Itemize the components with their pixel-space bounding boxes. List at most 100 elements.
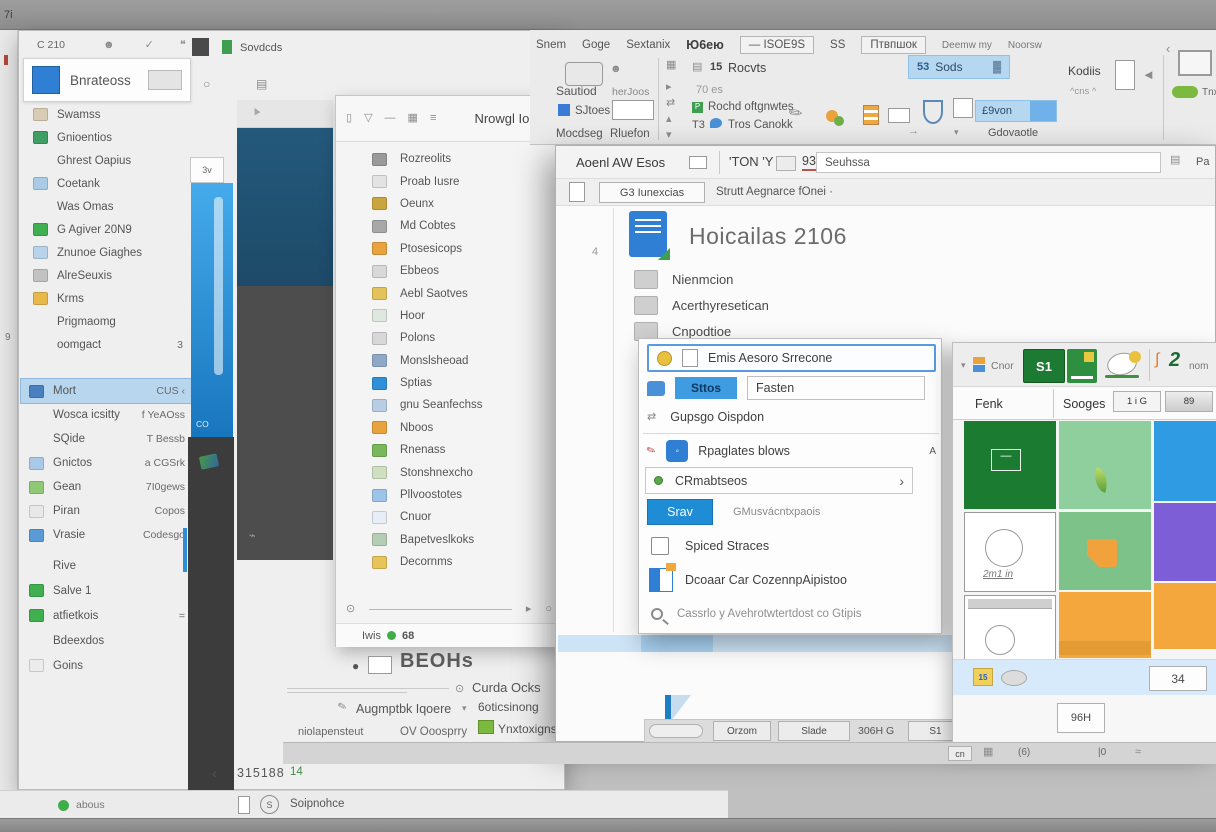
about-label[interactable]: abous [76,799,105,811]
footer-tool-label-3[interactable]: 6oticsinong [478,700,539,714]
tool-list-item[interactable]: Pllvoostotes [342,484,556,506]
scrollbar[interactable] [214,197,223,375]
sidebar-menu-item[interactable]: Gnictos a CGSrk [21,451,193,475]
sidebar-menu-item[interactable]: Mort CUS ‹ [21,379,193,403]
nav-badge[interactable]: 93 [802,154,816,171]
ribbon-label-tros[interactable]: Tros Canokk [728,119,793,131]
primary-action-button[interactable]: Srav [647,499,713,525]
color-tile[interactable] [1154,583,1216,649]
green-brush-icon[interactable] [1172,86,1198,98]
lines-box-icon[interactable] [612,100,654,120]
clipboard-icon[interactable] [238,796,250,814]
color-tile[interactable] [1154,421,1216,501]
column-header-2[interactable]: Sooges [1063,397,1105,411]
search-input[interactable]: Seuhssa [816,152,1161,173]
library-search-box[interactable]: Bnrateoss [23,58,191,102]
sidebar-nav-item[interactable]: Coetank [25,172,191,195]
sidebar-nav-item[interactable]: oomgact 3 [25,333,191,356]
ribbon-label-sautiod[interactable]: Sautiod [556,84,597,98]
context-menu-item[interactable]: ⇄ Gupsgo Oispdon [647,405,936,429]
tool-list-item[interactable]: Hoor [342,305,556,327]
context-menu-checkbox-item[interactable]: Spiced Straces [651,533,936,559]
footer-tool-label-4[interactable]: niolapensteut [298,726,363,738]
tab-secondary[interactable]: Strutt Aegnarce fOnei · [716,186,833,198]
grid-icon[interactable]: ▦ [408,113,418,124]
chevron-down-icon[interactable]: ▾ [961,361,966,370]
dark-app-icon[interactable] [192,38,209,56]
document-list-item[interactable]: Acerthyresetican [626,292,986,318]
context-menu-item-chip[interactable]: Sttos Fasten [647,375,936,401]
tool-list-item[interactable]: Rnenass [342,439,556,461]
s-circle-icon[interactable]: S [260,795,279,814]
small-circle-icon[interactable]: ○ [545,604,552,615]
ellipse-icon[interactable] [1001,670,1027,686]
up-icon[interactable]: ▴ [666,114,672,125]
window-list-icon[interactable] [368,656,392,674]
pill-icon[interactable]: ▯ [346,113,352,124]
sidebar-footer-item[interactable]: Rive [21,553,193,578]
ribbon-label-rocvts[interactable]: Rocvts [728,61,766,75]
color-tile[interactable] [1154,503,1216,581]
menu-bar-item[interactable]: Птвпшок [861,36,926,54]
grid-box-icon[interactable] [953,98,973,118]
footer-tool-label-1[interactable]: Curda Ocks [472,680,541,695]
menu-bar-item[interactable]: Snem [536,39,566,51]
sidebar-menu-item[interactable]: Wosca icsitty f YeAOss [21,403,193,427]
collapse-chevron-icon[interactable]: ‹ [1166,42,1170,55]
checkbox[interactable] [651,537,669,555]
menu-bar-item[interactable]: Ю6ею [686,38,723,52]
ribbon-label-herjoos[interactable]: herJoos [612,86,649,98]
zoom-control[interactable]: Orzom [713,721,771,741]
tiny-down-icon[interactable]: ▾ [954,128,959,137]
document-list-item[interactable]: Nienmcion [626,266,986,292]
chevron-down-icon[interactable]: ▾ [462,704,467,713]
tool-list-item[interactable]: Oeunx [342,193,556,215]
secondary-chip[interactable]: £9von [975,100,1057,122]
mode-chip[interactable]: Sttos [675,377,737,399]
context-menu-item[interactable]: ✎ ◦ Rpaglates blows A [647,437,936,465]
ribbon-label-rluefon[interactable]: Rluefon [610,128,650,140]
nav-badge-box[interactable] [776,156,796,171]
sidebar-footer-item[interactable]: atfietkois = [21,603,193,628]
nav-breadcrumb[interactable]: 'TON 'Y [729,154,773,169]
sidebar-nav-item[interactable]: Ghrest Oapius [25,149,191,172]
context-menu-item-submenu[interactable]: CRmabtseos › [645,467,913,494]
ribbon-label-70es[interactable]: 70 es [696,84,723,96]
tool-list-item[interactable]: Proab Iusre [342,170,556,192]
footer-tool-label-5[interactable]: OV Ooosprry [400,726,467,738]
grid-small-icon[interactable]: ▦ [666,60,676,71]
search-box-button[interactable] [148,70,182,90]
thumbnail-tag[interactable]: 3v [190,157,224,183]
doc-outline-icon[interactable] [569,182,585,202]
tool-list-item[interactable]: Nboos [342,417,556,439]
hat-icon[interactable] [565,62,603,86]
context-menu-item-disabled[interactable]: Cassrlo y Avehrotwtertdost co Gtipis [651,601,936,627]
tool-list-item[interactable]: gnu Seanfechss [342,394,556,416]
slide-canvas-top[interactable] [237,128,333,286]
green-tile-2-button[interactable] [1067,349,1097,383]
striped-box-icon[interactable] [863,105,879,125]
view-toggle-button-2[interactable]: 89 [1165,391,1213,412]
tab-active[interactable]: G3 Iunexcias [599,182,705,203]
sidebar-nav-item[interactable]: Was Omas [25,195,191,218]
folder-badge-icon[interactable]: 15 [973,668,993,686]
green-tile-button[interactable]: S1 [1023,349,1065,383]
tri-small-icon[interactable]: ▸ [666,82,672,93]
sidebar-nav-item[interactable]: Gnioentios [25,126,191,149]
ribbon-label-sjtoes[interactable]: SJtoes [575,105,610,117]
color-tile[interactable] [1059,421,1151,509]
lang-badge[interactable]: cn [948,746,972,761]
shield-icon[interactable] [923,100,943,124]
tool-list-item[interactable]: Sptias [342,372,556,394]
ribbon-label-gdovaotle[interactable]: Gdovaotle [988,127,1038,139]
sidebar-nav-item[interactable]: Swamss [25,103,191,126]
dash-icon[interactable]: — [385,113,396,124]
menu-bar-item[interactable]: Sextanix [626,39,670,51]
sidebar-menu-item[interactable]: Vrasie Codesgo [21,523,193,547]
slide-canvas-bottom[interactable]: ⌁ [237,286,333,560]
circle-tool-icon[interactable]: ○ [203,78,210,90]
radio-icon[interactable]: ⊙ [455,684,464,695]
panes-icon[interactable] [1115,60,1135,90]
thumbnail-scroll-stripe[interactable]: CO [191,183,233,437]
sidebar-nav-item[interactable]: G Agiver 20N9 [25,218,191,241]
